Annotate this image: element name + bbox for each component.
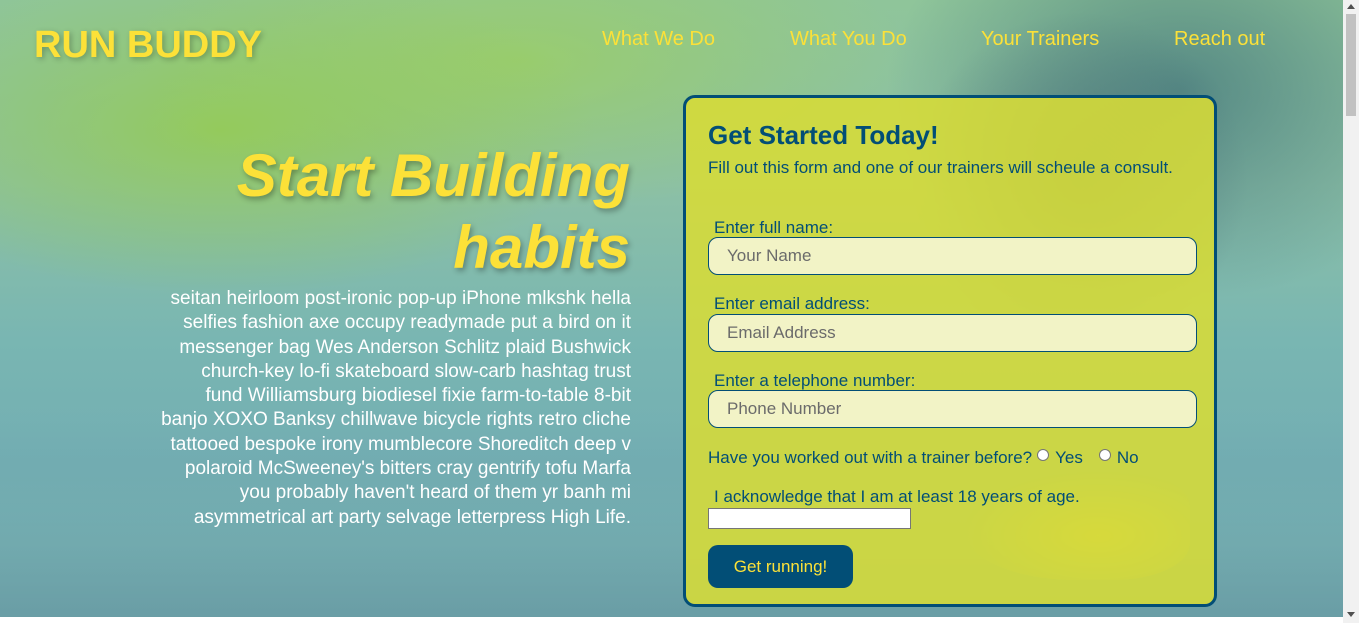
vertical-scrollbar[interactable] <box>1343 0 1359 623</box>
hero-title: Start Building habits <box>236 142 630 281</box>
page-bottom-edge <box>0 617 1343 623</box>
phone-input[interactable] <box>708 390 1197 428</box>
hero-text: seitan heirloom post-ironic pop-up iPhon… <box>161 288 631 528</box>
name-label: Enter full name: <box>714 218 834 237</box>
hero-background: RUN BUDDY What We Do What You Do Your Tr… <box>0 0 1343 617</box>
trainer-question: Have you worked out with a trainer befor… <box>708 448 1139 468</box>
scroll-down-arrow-icon[interactable] <box>1347 612 1355 617</box>
email-input[interactable] <box>708 314 1197 352</box>
nav-link-what-you-do[interactable]: What You Do <box>790 28 907 51</box>
radio-yes[interactable] <box>1037 449 1050 461</box>
nav-link-reach-out[interactable]: Reach out <box>1174 28 1265 51</box>
get-running-button[interactable]: Get running! <box>708 545 853 588</box>
name-input[interactable] <box>708 237 1197 275</box>
nav-link-what-we-do[interactable]: What We Do <box>602 28 715 51</box>
trainer-question-label: Have you worked out with a trainer befor… <box>708 448 1033 467</box>
phone-label: Enter a telephone number: <box>714 371 916 390</box>
age-acknowledge-label: I acknowledge that I am at least 18 year… <box>714 487 1080 506</box>
form-title: Get Started Today! <box>708 120 939 150</box>
nav-link-your-trainers[interactable]: Your Trainers <box>981 28 1099 51</box>
signup-form: Get Started Today! Fill out this form an… <box>683 95 1217 607</box>
radio-yes-label: Yes <box>1055 448 1083 467</box>
radio-no-label: No <box>1116 448 1139 467</box>
email-label: Enter email address: <box>714 294 870 313</box>
age-acknowledge-input[interactable] <box>708 508 911 529</box>
scroll-up-arrow-icon[interactable] <box>1347 4 1355 9</box>
radio-no[interactable] <box>1098 449 1111 461</box>
scrollbar-thumb[interactable] <box>1346 14 1356 116</box>
form-subtitle: Fill out this form and one of our traine… <box>708 158 1173 177</box>
main-nav: What We Do What You Do Your Trainers Rea… <box>0 28 1343 56</box>
